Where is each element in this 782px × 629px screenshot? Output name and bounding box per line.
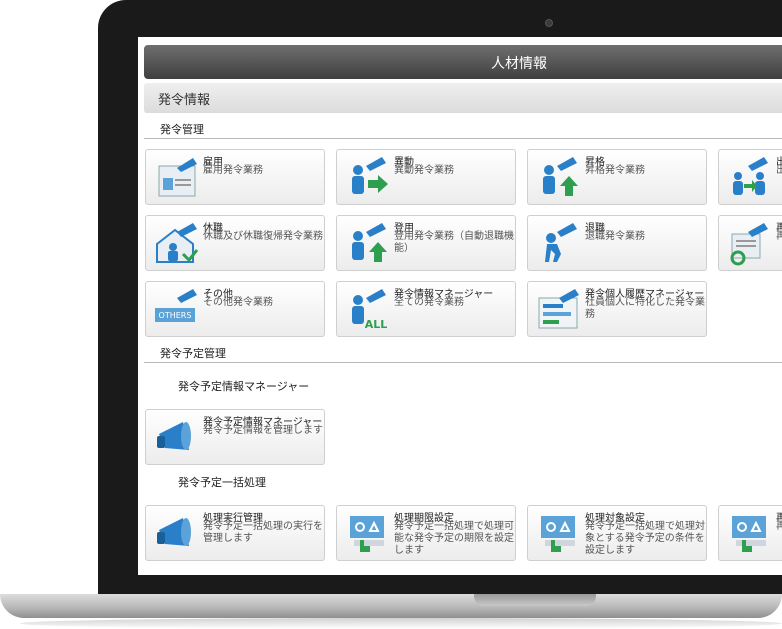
- tile-desc: 発令予定一括処理の実行を管理します: [203, 521, 323, 544]
- tile-yotei-manager[interactable]: 発令予定情報マネージャー 発令予定情報を管理します: [145, 409, 325, 465]
- megaphone-icon: [157, 518, 191, 546]
- section-title-hatsurei-kanri: 発令管理: [160, 123, 204, 136]
- tile-toyo[interactable]: 登用 登用発令業務（自動退職機能）: [336, 215, 516, 271]
- tile-desc: 出: [776, 165, 782, 176]
- tile-koyo[interactable]: 雇用 雇用発令業務: [145, 149, 325, 205]
- tile-shukko[interactable]: 出 出: [718, 149, 782, 205]
- settings-hand-icon: [350, 516, 384, 552]
- settings-hand-icon: [732, 516, 766, 552]
- section-divider: [144, 138, 782, 139]
- person-arrow-right-icon: [352, 157, 388, 194]
- laptop-shadow: [20, 618, 782, 629]
- group-title-ikkatsu: 発令予定一括処理: [178, 476, 266, 489]
- person-all-icon: ALL: [352, 289, 388, 331]
- tile-desc: 雇用発令業務: [203, 165, 263, 176]
- tile-re-settei[interactable]: 再 再: [718, 505, 782, 561]
- app-screen: 人材情報 発令情報 発令管理 雇用 雇用発令業務 異動 異動発令業務 昇格 昇格…: [138, 37, 782, 575]
- person-arrow-up-icon: [543, 157, 578, 196]
- app-title: 人材情報: [491, 56, 547, 72]
- people-transfer-icon: [733, 157, 768, 195]
- laptop-base: [0, 594, 782, 618]
- tile-desc: 社員個人に特化した発令業務: [585, 297, 705, 320]
- others-badge: OTHERS: [159, 311, 192, 320]
- others-icon: OTHERS: [155, 289, 197, 322]
- tile-ido[interactable]: 異動 異動発令業務: [336, 149, 516, 205]
- tile-desc: 再: [776, 521, 782, 532]
- tile-shori-jikko[interactable]: 処理実行管理 発令予定一括処理の実行を管理します: [145, 505, 325, 561]
- tile-desc: 休職及び休職復帰発令業務: [203, 231, 323, 242]
- person-document-icon: [158, 158, 197, 197]
- tile-desc: 発令予定一括処理で処理可能な発令予定の期限を設定します: [394, 521, 514, 556]
- tile-desc: 昇格発令業務: [585, 165, 645, 176]
- tile-kyushoku[interactable]: 休職 休職及び休職復帰発令業務: [145, 215, 325, 271]
- tile-sonota[interactable]: OTHERS その他 その他発令業務: [145, 281, 325, 337]
- tile-desc: 再: [776, 231, 782, 242]
- tile-taisho-settei[interactable]: 処理対象設定 発令予定一括処理で処理対象とする発令予定の条件を設定します: [527, 505, 707, 561]
- section-divider: [144, 362, 782, 363]
- tile-desc: 退職発令業務: [585, 231, 645, 242]
- page-header: 発令情報: [144, 83, 782, 113]
- tile-desc: 発令予定情報を管理します: [203, 425, 323, 436]
- camera-icon: [545, 19, 553, 27]
- tile-desc: 発令予定一括処理で処理対象とする発令予定の条件を設定します: [585, 521, 705, 556]
- person-arrow-up-icon: [352, 223, 387, 262]
- page-title: 発令情報: [158, 93, 211, 108]
- person-leaving-icon: [545, 223, 577, 262]
- app-title-bar: 人材情報: [144, 45, 782, 79]
- tile-kojin-rireki[interactable]: 発令個人履歴マネージャー 社員個人に特化した発令業務: [527, 281, 707, 337]
- tile-hatsurei-manager[interactable]: ALL 発令情報マネージャー 全ての発令業務: [336, 281, 516, 337]
- settings-hand-icon: [541, 516, 575, 552]
- all-badge: ALL: [365, 318, 388, 331]
- tile-saikoyo[interactable]: 再 再: [718, 215, 782, 271]
- laptop-notch: [474, 594, 596, 606]
- megaphone-icon: [157, 422, 191, 450]
- tile-desc: 異動発令業務: [394, 165, 454, 176]
- document-recycle-icon: [730, 223, 768, 266]
- tile-kigen-settei[interactable]: 処理期限設定 発令予定一括処理で処理可能な発令予定の期限を設定します: [336, 505, 516, 561]
- tile-taishoku[interactable]: 退職 退職発令業務: [527, 215, 707, 271]
- history-list-icon: [538, 289, 579, 329]
- tile-desc: 全ての発令業務: [394, 297, 464, 308]
- tile-desc: 登用発令業務（自動退職機能）: [394, 231, 514, 254]
- house-person-icon: [156, 223, 199, 263]
- section-title-yotei-kanri: 発令予定管理: [160, 347, 226, 360]
- tile-desc: その他発令業務: [203, 297, 273, 308]
- tile-shokaku[interactable]: 昇格 昇格発令業務: [527, 149, 707, 205]
- group-title-yotei-manager: 発令予定情報マネージャー: [178, 380, 310, 393]
